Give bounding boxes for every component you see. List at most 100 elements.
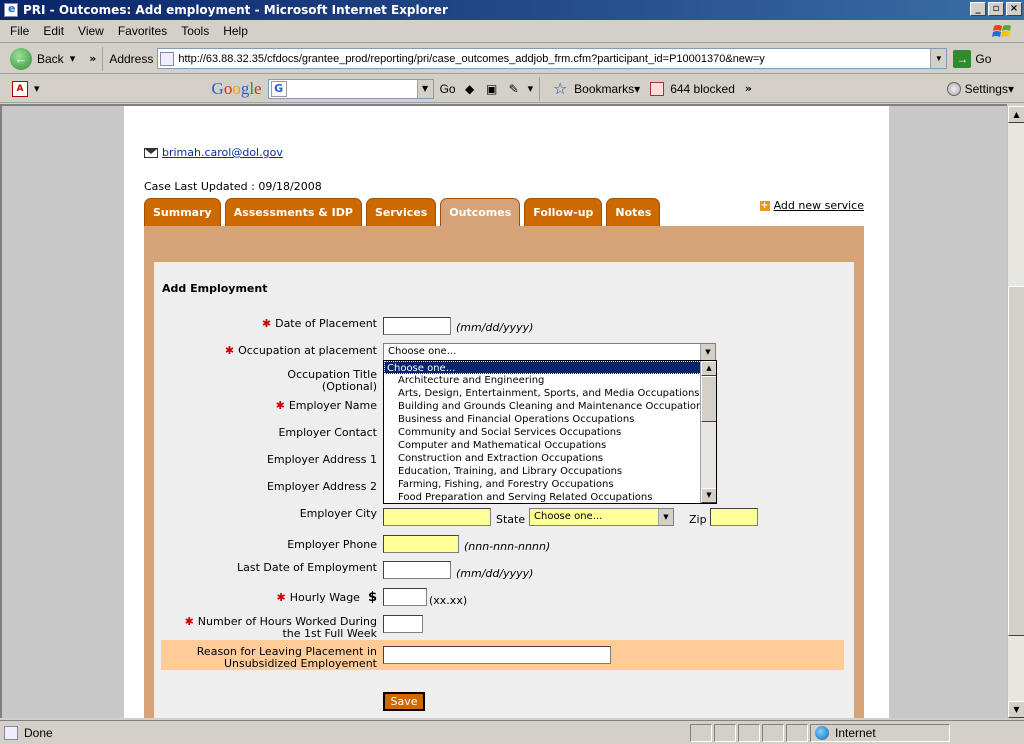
back-label: Back	[37, 51, 64, 66]
menu-tools[interactable]: Tools	[181, 24, 209, 38]
go-button[interactable]: → Go	[953, 49, 992, 68]
list-item[interactable]: Architecture and Engineering	[384, 374, 716, 387]
window-controls: _ ▫ ×	[970, 2, 1022, 16]
outcomes-panel: Add Employment ✱ Date of Placement (mm/dd…	[144, 226, 864, 718]
case-last-updated: Case Last Updated : 09/18/2008	[144, 180, 322, 193]
tab-services[interactable]: Services	[365, 198, 437, 226]
scroll-thumb[interactable]	[1008, 286, 1024, 636]
page-icon	[4, 725, 18, 740]
settings-button[interactable]: Settings▾	[946, 81, 1014, 96]
occupation-select[interactable]: Choose one... ▼	[383, 343, 716, 361]
maximize-button[interactable]: ▫	[988, 2, 1004, 16]
add-new-service[interactable]: + Add new service	[759, 199, 864, 212]
tab-summary[interactable]: Summary	[144, 198, 221, 226]
dropdown-scrollbar[interactable]: ▲ ▼	[700, 361, 716, 503]
back-arrow-icon: ←	[10, 47, 32, 70]
popup-icon[interactable]: ▣	[484, 81, 500, 97]
list-item[interactable]: Arts, Design, Entertainment, Sports, and…	[384, 387, 716, 400]
list-item[interactable]: Food Preparation and Serving Related Occ…	[384, 491, 716, 503]
list-item[interactable]: Community and Social Services Occupation…	[384, 426, 716, 439]
occupation-selected-value: Choose one...	[388, 346, 457, 357]
hourly-wage-input[interactable]	[383, 588, 427, 606]
last-date-employment-input[interactable]	[383, 561, 451, 579]
google-logo[interactable]: Google	[212, 79, 262, 99]
date-of-placement-input[interactable]	[383, 317, 451, 335]
occupation-dropdown-list[interactable]: Choose one... Architecture and Engineeri…	[383, 360, 717, 504]
scroll-down-icon[interactable]: ▼	[701, 488, 716, 503]
chevron-down-icon[interactable]: ▾	[70, 52, 76, 65]
window-title: PRI - Outcomes: Add employment - Microso…	[23, 3, 448, 17]
scroll-up-icon[interactable]: ▲	[1008, 106, 1024, 123]
tab-follow-up[interactable]: Follow-up	[524, 198, 603, 226]
pdf-dropdown-icon[interactable]: ▾	[34, 82, 40, 95]
list-item[interactable]: Construction and Extraction Occupations	[384, 452, 716, 465]
page-scrollbar[interactable]: ▲ ▼	[1007, 106, 1024, 718]
ie-app-icon	[4, 2, 18, 17]
popup-blocked-count[interactable]: 644 blocked	[670, 82, 735, 96]
employer-city-label: Employer City	[299, 507, 377, 520]
toolbar-overflow-icon[interactable]: »	[745, 82, 752, 95]
title-bar: PRI - Outcomes: Add employment - Microso…	[0, 0, 1024, 20]
list-item[interactable]: Choose one...	[384, 361, 716, 374]
state-select[interactable]: Choose one... ▼	[529, 508, 674, 526]
google-search-input[interactable]: G ▼	[267, 78, 434, 99]
zip-input[interactable]	[710, 508, 758, 526]
toolbar-separator	[102, 46, 104, 71]
list-item[interactable]: Building and Grounds Cleaning and Mainte…	[384, 400, 716, 413]
toolbar-dropdown-icon[interactable]: ▾	[528, 82, 534, 95]
list-item[interactable]: Education, Training, and Library Occupat…	[384, 465, 716, 478]
tab-outcomes[interactable]: Outcomes	[440, 198, 521, 226]
employer-city-input[interactable]	[383, 508, 491, 526]
browser-viewport: brimah.carol@dol.gov Case Last Updated :…	[0, 104, 1007, 718]
tab-assessments[interactable]: Assessments & IDP	[224, 198, 362, 226]
occupation-at-placement-label: ✱ Occupation at placement	[224, 344, 377, 357]
list-item[interactable]: Computer and Mathematical Occupations	[384, 439, 716, 452]
minimize-button[interactable]: _	[970, 2, 986, 16]
toolbar-separator	[539, 76, 541, 101]
scroll-up-icon[interactable]: ▲	[701, 361, 716, 376]
security-zone[interactable]: Internet	[810, 723, 950, 742]
menu-edit[interactable]: Edit	[43, 24, 64, 38]
status-cell	[714, 723, 736, 742]
menu-help[interactable]: Help	[223, 24, 248, 38]
list-item[interactable]: Business and Financial Operations Occupa…	[384, 413, 716, 426]
hours-worked-input[interactable]	[383, 615, 423, 633]
date-format-hint: (mm/dd/yyyy)	[456, 321, 534, 334]
google-go-button[interactable]: Go	[440, 82, 456, 96]
close-button[interactable]: ×	[1006, 2, 1022, 16]
menu-view[interactable]: View	[78, 24, 104, 38]
go-label: Go	[975, 51, 992, 66]
email-link[interactable]: brimah.carol@dol.gov	[162, 146, 283, 159]
tab-notes[interactable]: Notes	[606, 198, 661, 226]
menu-favorites[interactable]: Favorites	[118, 24, 167, 38]
add-new-service-link[interactable]: Add new service	[774, 199, 864, 212]
employer-phone-label: Employer Phone	[287, 538, 377, 551]
chevron-down-icon[interactable]: ▼	[700, 344, 715, 360]
bookmarks-button[interactable]: Bookmarks▾	[574, 82, 640, 96]
form-title: Add Employment	[162, 282, 268, 295]
highlight-icon[interactable]: ✎	[506, 81, 522, 97]
pdf-icon[interactable]: A	[12, 80, 28, 97]
address-dropdown-icon[interactable]: ▼	[930, 49, 947, 68]
list-item[interactable]: Farming, Fishing, and Forestry Occupatio…	[384, 478, 716, 491]
required-star-icon: ✱	[275, 399, 285, 412]
scroll-down-icon[interactable]: ▼	[1008, 701, 1024, 718]
scroll-thumb[interactable]	[701, 376, 716, 422]
last-date-employment-label: Last Date of Employment	[236, 561, 377, 574]
plus-icon: +	[759, 200, 770, 211]
address-input[interactable]: http://63.88.32.35/cfdocs/grantee_prod/r…	[157, 48, 948, 69]
wage-format-hint: (xx.xx)	[429, 594, 468, 607]
required-star-icon: ✱	[276, 591, 286, 604]
reason-for-leaving-label: Reason for Leaving Placement in Unsubsidi…	[196, 645, 377, 670]
menu-file[interactable]: File	[10, 24, 29, 38]
status-text: Done	[0, 725, 690, 740]
chevron-down-icon[interactable]: ▼	[658, 509, 673, 525]
toolbar-overflow-icon[interactable]: »	[89, 52, 96, 65]
reason-for-leaving-input[interactable]	[383, 646, 611, 664]
employer-phone-input[interactable]	[383, 535, 459, 553]
save-button[interactable]: Save	[383, 692, 425, 711]
required-star-icon: ✱	[261, 317, 272, 330]
google-search-dropdown-icon[interactable]: ▼	[416, 79, 433, 98]
pagerank-icon[interactable]: ◆	[462, 81, 478, 97]
back-button[interactable]: ← Back ▾	[10, 47, 76, 70]
